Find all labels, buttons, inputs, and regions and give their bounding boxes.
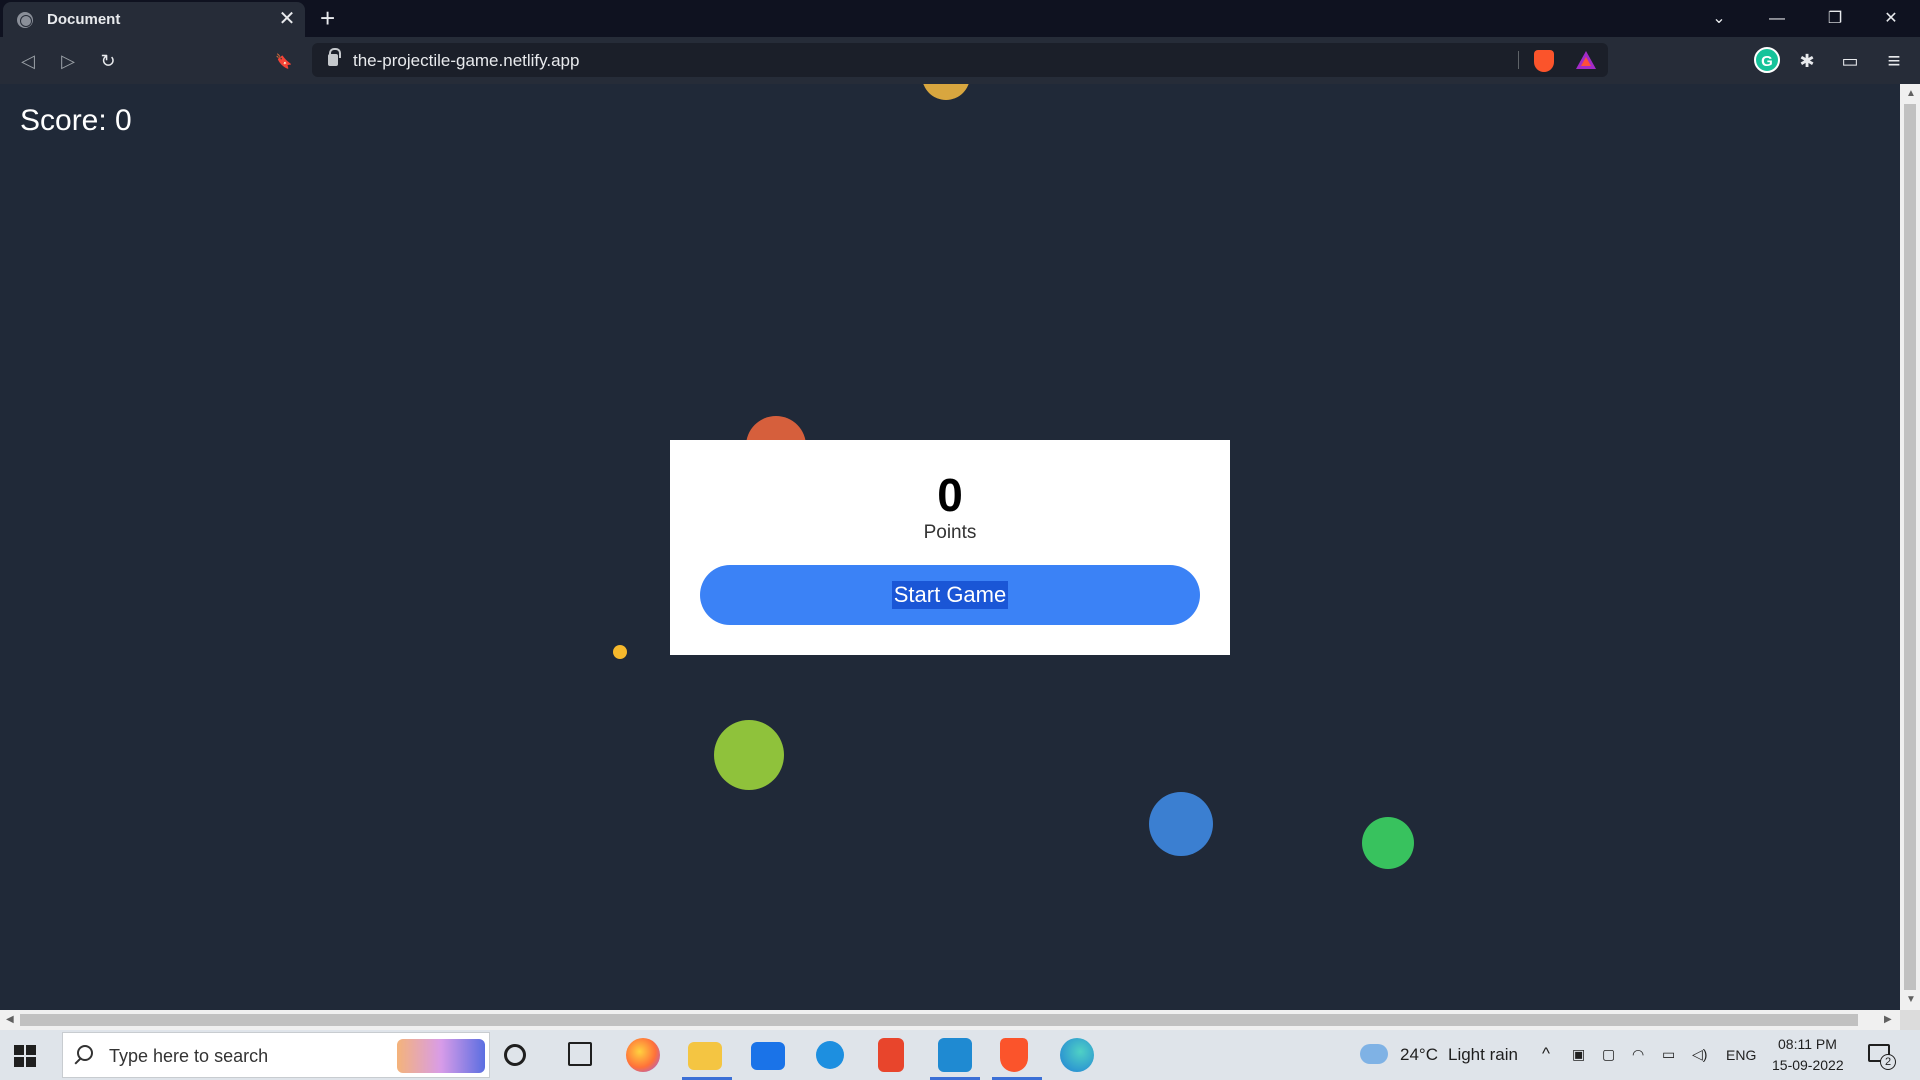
brave-icon[interactable]: [1000, 1038, 1028, 1072]
scrollbar-corner: [1900, 1010, 1920, 1030]
tab-close-icon[interactable]: ✕: [277, 9, 297, 29]
lock-icon[interactable]: [328, 48, 341, 66]
vscode-icon[interactable]: [938, 1038, 972, 1072]
tab-search-icon[interactable]: ⌄: [1690, 0, 1748, 37]
enemy-ball-blue: [1149, 792, 1213, 856]
display-icon[interactable]: ▢: [1602, 1046, 1615, 1063]
safari-icon[interactable]: [816, 1041, 844, 1069]
clock-time[interactable]: 08:11 PM: [1778, 1036, 1837, 1052]
restore-button[interactable]: ❐: [1806, 0, 1864, 37]
office-icon[interactable]: [878, 1038, 904, 1072]
browser-titlebar: Document ✕ + ⌄ — ❐ ✕: [0, 0, 1920, 37]
projectile: [613, 645, 627, 659]
horizontal-scrollbar[interactable]: ◀ ▶: [0, 1010, 1900, 1030]
tray-chevron-icon[interactable]: ^: [1542, 1044, 1550, 1064]
forward-button[interactable]: ▷: [54, 47, 82, 75]
start-game-button[interactable]: Start Game: [700, 565, 1200, 625]
language-indicator[interactable]: ENG: [1726, 1047, 1756, 1063]
volume-icon[interactable]: ◁): [1692, 1046, 1707, 1063]
browser-toolbar: ◁ ▷ ↻ 🔖 the-projectile-game.netlify.app …: [0, 37, 1920, 84]
score-display: Score: 0: [20, 104, 132, 137]
enemy-ball-lime: [714, 720, 784, 790]
windows-taskbar: Type here to search 24°C Light rain ^ ▣ …: [0, 1030, 1920, 1080]
meet-now-icon[interactable]: ▣: [1572, 1046, 1585, 1063]
tab-title: Document: [47, 11, 121, 28]
wallet-icon[interactable]: ▭: [1836, 47, 1864, 75]
start-modal: 0 Points Start Game: [670, 440, 1230, 655]
enemy-ball-yellow: [922, 84, 970, 100]
mail-icon[interactable]: [751, 1042, 785, 1070]
search-placeholder: Type here to search: [109, 1046, 269, 1066]
globe-icon: [17, 11, 33, 28]
edge-icon[interactable]: [1060, 1038, 1094, 1072]
enemy-ball-green: [1362, 817, 1414, 869]
points-label: Points: [923, 522, 977, 543]
weather-cloud-icon[interactable]: [1360, 1044, 1388, 1064]
scroll-up-icon[interactable]: ▲: [1906, 88, 1916, 99]
file-explorer-icon[interactable]: [688, 1042, 722, 1070]
start-game-label: Start Game: [891, 581, 1009, 609]
task-view-icon[interactable]: [568, 1042, 592, 1066]
notification-count: 2: [1880, 1054, 1896, 1070]
url-text[interactable]: the-projectile-game.netlify.app: [353, 51, 579, 71]
back-button[interactable]: ◁: [14, 47, 42, 75]
battery-icon[interactable]: ▭: [1662, 1046, 1675, 1063]
close-window-button[interactable]: ✕: [1862, 0, 1920, 37]
browser-tab[interactable]: Document ✕: [3, 2, 305, 37]
menu-icon[interactable]: ≡: [1880, 47, 1908, 75]
grammarly-icon[interactable]: G: [1754, 47, 1780, 73]
game-canvas[interactable]: Score: 0 0 Points Start Game: [0, 84, 1900, 1010]
scroll-down-icon[interactable]: ▼: [1906, 994, 1916, 1005]
new-tab-button[interactable]: +: [320, 5, 335, 31]
scroll-left-icon[interactable]: ◀: [6, 1014, 14, 1025]
cortana-icon[interactable]: [504, 1044, 526, 1066]
omnibox-divider: [1518, 51, 1519, 69]
clock-date[interactable]: 15-09-2022: [1772, 1057, 1844, 1073]
reload-button[interactable]: ↻: [94, 47, 122, 75]
points-value: 0: [937, 469, 963, 521]
brave-shields-icon[interactable]: [1534, 50, 1554, 72]
taskbar-search[interactable]: Type here to search: [62, 1032, 490, 1078]
search-icon: [77, 1045, 93, 1061]
vertical-scroll-thumb[interactable]: [1904, 104, 1916, 990]
scroll-right-icon[interactable]: ▶: [1884, 1014, 1892, 1025]
bookmark-icon[interactable]: 🔖: [270, 47, 298, 75]
search-highlight-art[interactable]: [397, 1039, 485, 1073]
wifi-icon[interactable]: ◠: [1632, 1046, 1644, 1063]
firefox-icon[interactable]: [626, 1038, 660, 1072]
windows-logo-icon[interactable]: [14, 1045, 36, 1067]
weather-text[interactable]: Light rain: [1448, 1045, 1518, 1065]
extensions-puzzle-icon[interactable]: ✱: [1793, 47, 1821, 75]
minimize-button[interactable]: —: [1748, 0, 1806, 37]
address-bar[interactable]: the-projectile-game.netlify.app: [312, 43, 1608, 77]
weather-temp[interactable]: 24°C: [1400, 1045, 1438, 1065]
brave-rewards-icon[interactable]: [1576, 51, 1596, 69]
horizontal-scroll-thumb[interactable]: [20, 1014, 1858, 1026]
vertical-scrollbar[interactable]: ▲ ▼: [1900, 84, 1920, 1010]
